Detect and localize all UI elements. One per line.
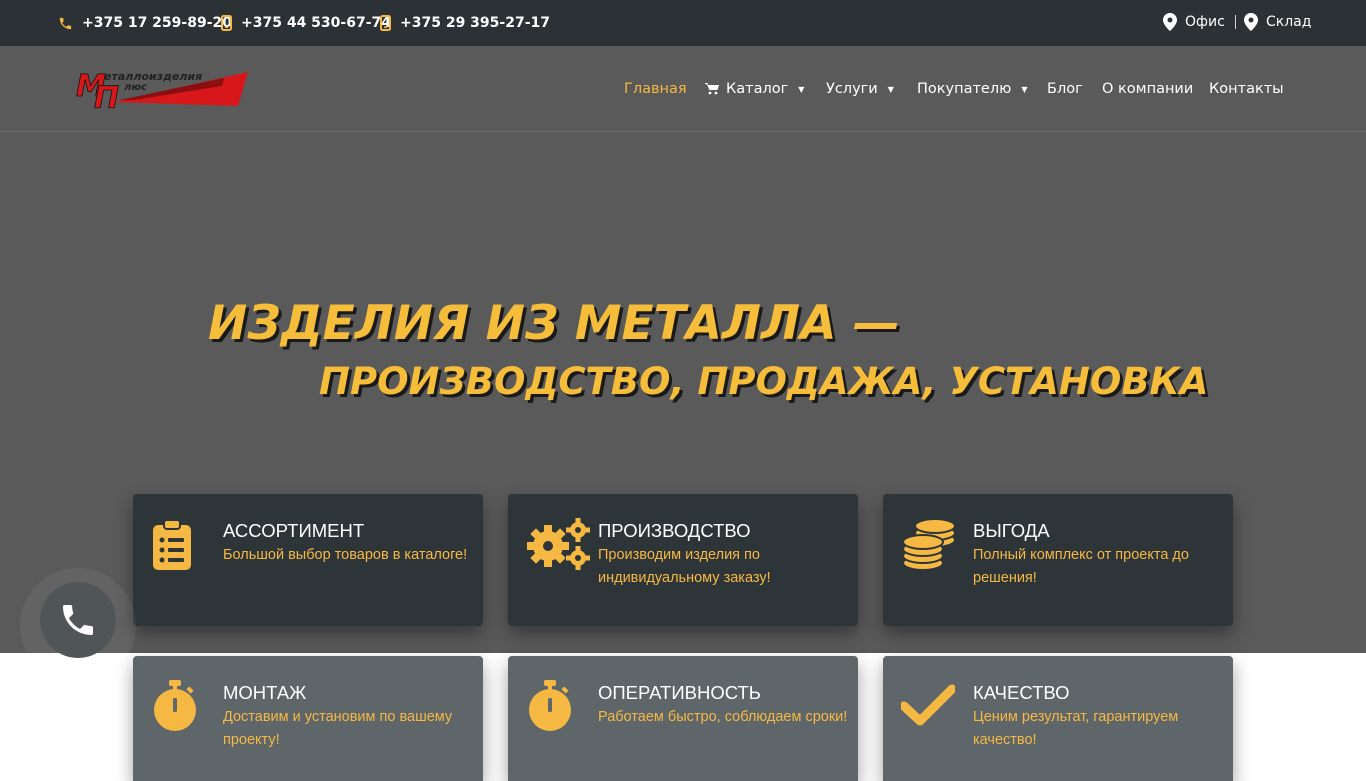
chevron-down-icon: ▼ — [887, 84, 894, 94]
feature-card-speed[interactable]: ОПЕРАТИВНОСТЬ Работаем быстро, соблюдаем… — [508, 656, 858, 781]
chevron-down-icon: ▼ — [1021, 84, 1028, 94]
nav-label: О компании — [1102, 81, 1194, 97]
divider — [1235, 15, 1236, 29]
map-marker-icon — [1244, 13, 1258, 31]
clipboard-list-icon — [152, 519, 192, 575]
header-divider — [0, 131, 1366, 132]
nav-item-services[interactable]: Услуги ▼ — [826, 80, 894, 98]
feature-card-installation[interactable]: МОНТАЖ Доставим и установим по вашему пр… — [133, 656, 483, 781]
hero-subheadline: ПРОИЗВОДСТВО, ПРОДАЖА, УСТАНОВКА — [319, 360, 1209, 403]
top-contact-bar: +375 17 259-89-20 +375 44 530-67-74 +375… — [0, 0, 1366, 46]
nav-item-catalog[interactable]: Каталог ▼ — [705, 80, 804, 98]
stopwatch-icon — [528, 680, 572, 737]
feature-card-benefit[interactable]: ВЫГОДА Полный комплекс от проекта до реш… — [883, 494, 1233, 626]
chevron-down-icon: ▼ — [798, 84, 805, 94]
nav-label: Каталог — [726, 81, 789, 97]
mobile-phone-icon — [380, 15, 391, 31]
feature-title: КАЧЕСТВО — [973, 682, 1070, 703]
feature-title: АССОРТИМЕНТ — [223, 520, 365, 541]
feature-title: ПРОИЗВОДСТВО — [598, 520, 751, 541]
feature-text: Полный комплекс от проекта до решения! — [973, 547, 1189, 586]
phone-icon — [59, 17, 72, 29]
nav-label: Услуги — [826, 81, 878, 97]
stopwatch-icon — [153, 680, 197, 737]
location-label: Склад — [1266, 14, 1312, 30]
site-logo[interactable]: М П еталлоизделия люс — [74, 66, 250, 117]
feature-text: Ценим результат, гарантируем качество! — [973, 709, 1179, 748]
phone-number: +375 44 530-67-74 — [241, 15, 391, 31]
feature-text: Доставим и установим по вашему проекту! — [223, 709, 453, 748]
location-label: Офис — [1185, 14, 1225, 30]
feature-text: Производим изделия по индивидуальному за… — [598, 547, 771, 586]
phone-link-mobile-44[interactable]: +375 44 530-67-74 — [221, 0, 391, 46]
nav-label: Главная — [624, 81, 687, 97]
nav-item-contacts[interactable]: Контакты — [1209, 80, 1284, 98]
floating-call-button[interactable] — [40, 582, 116, 658]
gears-icon — [526, 518, 592, 575]
feature-title: МОНТАЖ — [223, 682, 307, 703]
location-link-warehouse[interactable]: Склад — [1244, 0, 1311, 44]
phone-number: +375 17 259-89-20 — [82, 15, 232, 31]
nav-item-about[interactable]: О компании — [1102, 80, 1193, 98]
feature-title: ВЫГОДА — [973, 520, 1050, 541]
feature-text: Большой выбор товаров в каталоге! — [223, 547, 468, 563]
coins-icon — [901, 518, 957, 577]
feature-card-quality[interactable]: КАЧЕСТВО Ценим результат, гарантируем ка… — [883, 656, 1233, 781]
nav-item-home[interactable]: Главная — [624, 80, 687, 98]
phone-link-landline[interactable]: +375 17 259-89-20 — [58, 0, 232, 46]
mobile-phone-icon — [221, 15, 232, 31]
nav-label: Покупателю — [917, 81, 1012, 97]
nav-item-buyer[interactable]: Покупателю ▼ — [917, 80, 1027, 98]
nav-label: Блог — [1047, 81, 1083, 97]
feature-title: ОПЕРАТИВНОСТЬ — [598, 682, 761, 703]
phone-icon — [63, 605, 93, 635]
cart-icon — [705, 83, 719, 95]
location-link-office[interactable]: Офис — [1163, 0, 1225, 44]
svg-text:П: П — [94, 81, 119, 112]
svg-text:еталлоизделия: еталлоизделия — [104, 70, 202, 83]
svg-text:люс: люс — [124, 82, 147, 93]
phone-number: +375 29 395-27-17 — [400, 15, 550, 31]
nav-label: Контакты — [1209, 81, 1284, 97]
map-marker-icon — [1163, 13, 1177, 31]
hero-headline: ИЗДЕЛИЯ ИЗ МЕТАЛЛА — — [208, 296, 900, 351]
feature-text: Работаем быстро, соблюдаем сроки! — [598, 709, 848, 725]
feature-card-assortment[interactable]: АССОРТИМЕНТ Большой выбор товаров в ката… — [133, 494, 483, 626]
feature-card-production[interactable]: ПРОИЗВОДСТВО Производим изделия по индив… — [508, 494, 858, 626]
nav-item-blog[interactable]: Блог — [1047, 80, 1083, 98]
phone-link-mobile-29[interactable]: +375 29 395-27-17 — [380, 0, 550, 46]
checkmark-icon — [899, 684, 957, 733]
